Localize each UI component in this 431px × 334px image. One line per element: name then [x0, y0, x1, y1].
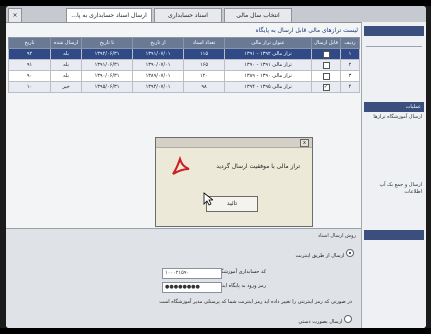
manual-option[interactable]: ارسال بصورت دستی — [299, 315, 352, 325]
cell-count: ۱۶۵ — [183, 59, 225, 71]
panel-header — [364, 26, 424, 36]
ok-button[interactable]: تائید — [206, 196, 258, 212]
table-row[interactable]: ۱ تراز مالی ۱۳۹۲ - ۱۳۹۱ ۱۱۵ ۱۳۹۱/۰۷/۰۱ ۱… — [8, 48, 360, 60]
cell-from: ۱۳۹۰/۰۷/۰۱ — [132, 59, 184, 71]
row-checkbox[interactable] — [322, 72, 330, 80]
panel-item-backup[interactable]: ارسال و جمع بک آپ اطلاعات — [370, 182, 422, 196]
tab-label: اسناد حسابداری — [168, 12, 208, 19]
cell-index: ۳ — [340, 70, 360, 82]
col-header[interactable]: از تاریخ — [132, 37, 184, 49]
app-screen: × ارسال اسناد حسابداری به پا... اسناد حس… — [6, 6, 426, 328]
col-header[interactable]: ردیف — [340, 37, 360, 49]
cell-title: تراز مالی ۱۳۹۰ - ۱۳۸۹ — [224, 70, 312, 82]
close-icon[interactable]: x — [300, 139, 309, 147]
tab-label: ارسال اسناد حسابداری به پا... — [71, 12, 147, 19]
panel-header — [364, 230, 424, 240]
cell-sent: بله — [50, 70, 82, 82]
table-row[interactable]: ۲ تراز مالی ۱۳۹۱ - ۱۳۹۰ ۱۶۵ ۱۳۹۰/۰۷/۰۱ ۱… — [8, 59, 360, 71]
cell-from: ۱۳۸۹/۰۷/۰۱ — [132, 70, 184, 82]
panel-header: عملیات — [364, 102, 424, 112]
row-checkbox-checked[interactable]: ✓ — [322, 83, 330, 91]
pdf-acrobat-icon — [172, 156, 190, 175]
cell-index: ۴ — [340, 81, 360, 93]
dialog-message: تراز مالی با موفقیت ارسال گردید — [216, 163, 300, 170]
cell-sent: بله — [50, 48, 82, 60]
internet-radio[interactable] — [346, 249, 354, 257]
cell-date: ۱۰ — [8, 81, 51, 93]
tab-bar: × ارسال اسناد حسابداری به پا... اسناد حس… — [6, 6, 426, 23]
tab-close-all[interactable]: × — [8, 8, 22, 22]
cell-date: ۹۲ — [8, 48, 51, 60]
cell-title: تراز مالی ۱۳۹۱ - ۱۳۹۰ — [224, 59, 312, 71]
success-dialog: x تراز مالی با موفقیت ارسال گردید تائید — [155, 137, 313, 227]
manual-option-label: ارسال بصورت دستی — [298, 319, 343, 325]
photo-border — [0, 328, 431, 334]
section-title: لیست ترازهای مالی قابل ارسال به پایگاه — [255, 27, 358, 34]
cell-count: ۹۸ — [183, 81, 225, 93]
col-header[interactable]: تعداد اسناد — [183, 37, 225, 49]
table-row[interactable]: ۴ ✓ تراز مالی ۱۳۹۵ - ۱۳۹۴ ۹۸ ۱۳۹۴/۰۷/۰۱ … — [8, 81, 360, 93]
cell-count: ۱۲۰ — [183, 70, 225, 82]
cell-date: ۹۱ — [8, 59, 51, 71]
cell-to: ۱۳۹۰/۰۶/۳۱ — [81, 70, 133, 82]
internet-option-label: ارسال از طریق اینترنت — [295, 253, 345, 259]
dialog-titlebar: x — [156, 138, 312, 148]
right-side-panel: عملیات ارسال آموزشگاه ترازها ارسال و جمع… — [361, 22, 426, 328]
table-row[interactable]: ۳ تراز مالی ۱۳۹۰ - ۱۳۸۹ ۱۲۰ ۱۳۸۹/۰۷/۰۱ ۱… — [8, 70, 360, 82]
panel-item-send-balances[interactable]: ارسال آموزشگاه ترازها — [370, 114, 422, 121]
cell-to: ۱۳۹۱/۰۶/۳۱ — [81, 59, 133, 71]
cell-checkbox[interactable] — [311, 70, 341, 82]
cell-from: ۱۳۹۱/۰۷/۰۱ — [132, 48, 184, 60]
cell-checkbox[interactable]: ✓ — [311, 81, 341, 93]
cell-title: تراز مالی ۱۳۹۲ - ۱۳۹۱ — [224, 48, 312, 60]
cell-checkbox[interactable] — [311, 48, 341, 60]
photo-border — [0, 0, 431, 6]
tab-send-documents[interactable]: ارسال اسناد حسابداری به پا... — [66, 8, 152, 22]
balances-table: ردیف قابل ارسال عنوان تراز مالی تعداد اس… — [8, 37, 360, 93]
password-field[interactable]: ●●●●●●●● — [162, 282, 222, 293]
cell-date: ۹۰ — [8, 70, 51, 82]
password-note: در صورتی که رمز اینترنتی را تغییر داده ا… — [159, 299, 352, 305]
cell-checkbox[interactable] — [311, 59, 341, 71]
cell-index: ۲ — [340, 59, 360, 71]
send-options-legend: روش ارسال اسناد — [317, 233, 356, 239]
send-options-group: روش ارسال اسناد ارسال از طریق اینترنت کد… — [6, 228, 362, 328]
col-header[interactable]: قابل ارسال — [311, 37, 341, 49]
cell-sent: بله — [50, 59, 82, 71]
cell-to: ۱۳۹۲/۰۶/۳۱ — [81, 48, 133, 60]
col-header[interactable]: تاریخ — [8, 37, 51, 49]
cell-title: تراز مالی ۱۳۹۵ - ۱۳۹۴ — [224, 81, 312, 93]
col-header[interactable]: ارسال شده — [50, 37, 82, 49]
col-header[interactable]: عنوان تراز مالی — [224, 37, 312, 49]
tab-accounting-documents[interactable]: اسناد حسابداری — [154, 8, 222, 22]
tab-select-fiscal-year[interactable]: انتخاب سال مالی — [224, 8, 292, 22]
cell-index: ۱ — [340, 48, 360, 60]
school-code-field[interactable]: ۱۰۰۰۲۱۵۹۰ — [162, 268, 222, 279]
cell-to: ۱۳۹۵/۰۶/۳۱ — [81, 81, 133, 93]
mouse-cursor-icon — [203, 192, 213, 206]
manual-radio[interactable] — [344, 315, 352, 323]
cell-count: ۱۱۵ — [183, 48, 225, 60]
divider — [366, 46, 422, 47]
col-header[interactable]: تا تاریخ — [81, 37, 133, 49]
row-checkbox[interactable] — [322, 61, 330, 69]
cell-from: ۱۳۹۴/۰۷/۰۱ — [132, 81, 184, 93]
table-header-row: ردیف قابل ارسال عنوان تراز مالی تعداد اس… — [8, 37, 360, 49]
cell-sent: خیر — [50, 81, 82, 93]
tab-label: انتخاب سال مالی — [236, 12, 280, 19]
row-checkbox[interactable] — [322, 50, 330, 58]
internet-option[interactable]: ارسال از طریق اینترنت — [296, 249, 354, 259]
